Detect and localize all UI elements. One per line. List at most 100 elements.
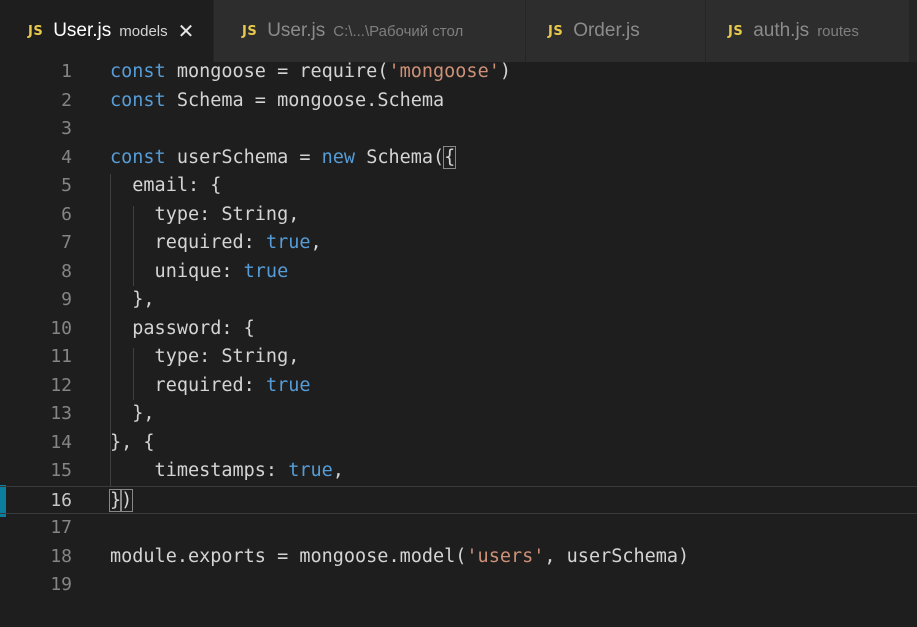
code-editor[interactable]: 1 const mongoose = require('mongoose') 2 co… (0, 61, 917, 627)
vscode-window: JS User.js models ✕ JS User.js C:\...\Ра… (0, 0, 917, 627)
code-token: password: { (110, 317, 255, 339)
code-text[interactable]: module.exports = mongoose.model('users',… (110, 543, 689, 571)
code-token: const (110, 146, 166, 168)
line-number: 17 (50, 517, 72, 538)
line-number: 5 (61, 175, 72, 196)
code-line[interactable]: 11 type: String, (0, 343, 917, 371)
code-text[interactable]: password: { (110, 315, 255, 343)
code-token: const (110, 61, 166, 82)
code-line[interactable]: 2 const Schema = mongoose.Schema (0, 87, 917, 115)
code-token: required: (110, 232, 266, 253)
code-token: required: (110, 374, 266, 396)
code-token: module.exports = mongoose.model( (110, 545, 467, 567)
code-token: type: String, (110, 346, 300, 367)
tab-label: Order.js (573, 20, 640, 41)
code-line[interactable]: 9 }, (0, 286, 917, 314)
code-text[interactable]: required: true, (110, 229, 322, 257)
code-token: timestamps: (110, 460, 289, 481)
code-text[interactable]: const userSchema = new Schema({ (110, 144, 457, 172)
line-number: 1 (61, 61, 72, 82)
code-token: const (110, 89, 166, 111)
code-line[interactable]: 8 unique: true (0, 258, 917, 286)
line-number: 3 (61, 118, 72, 139)
code-token: }, (110, 403, 155, 424)
code-token: new (321, 146, 356, 168)
javascript-file-icon: JS (728, 23, 744, 39)
tab-label: User.js (53, 20, 112, 41)
line-number: 6 (61, 203, 72, 225)
line-number: 11 (50, 346, 72, 367)
code-line[interactable]: 4 const userSchema = new Schema({ (0, 144, 917, 172)
code-line[interactable]: 17 (0, 514, 917, 542)
code-line[interactable]: 3 (0, 115, 917, 143)
tab-label: auth.js (753, 20, 810, 41)
code-token: userSchema = (165, 146, 322, 168)
code-token: Schema( (355, 146, 445, 168)
javascript-file-icon: JS (548, 23, 564, 39)
line-number: 14 (50, 431, 72, 453)
code-token: type: String, (110, 203, 300, 225)
tab-description: C:\...\Рабочий стол (333, 22, 464, 40)
code-line[interactable]: 13 }, (0, 400, 917, 428)
code-text[interactable]: unique: true (110, 258, 289, 286)
code-line[interactable]: 7 required: true, (0, 229, 917, 257)
code-text[interactable]: }) (108, 487, 134, 515)
code-text[interactable]: email: { (110, 172, 221, 200)
code-token: Schema = mongoose.Schema (165, 89, 445, 111)
code-token: }, (110, 289, 155, 310)
code-text[interactable]: const mongoose = require('mongoose') (110, 58, 511, 86)
line-number: 12 (50, 374, 72, 396)
code-token: true (288, 460, 333, 481)
code-token: email: { (110, 175, 222, 196)
code-text[interactable]: }, (110, 400, 155, 428)
code-token: , userSchema) (544, 545, 690, 567)
line-number: 4 (61, 146, 72, 168)
code-text[interactable]: type: String, (110, 343, 300, 371)
code-line[interactable]: 16}) (0, 485, 917, 515)
code-line[interactable]: 12 required: true (0, 372, 917, 400)
code-token: 'mongoose' (388, 61, 500, 82)
close-icon[interactable]: ✕ (178, 21, 195, 41)
code-token: }, { (110, 431, 155, 453)
tab-label: User.js (267, 20, 326, 41)
line-number: 10 (50, 317, 72, 339)
code-text[interactable]: }, { (110, 429, 155, 457)
code-text[interactable]: type: String, (110, 201, 300, 229)
code-text[interactable]: const Schema = mongoose.Schema (110, 87, 444, 115)
code-line[interactable]: 18 module.exports = mongoose.model('users… (0, 543, 917, 571)
tab-order-js[interactable]: JS Order.js (526, 0, 706, 62)
line-number: 9 (61, 289, 72, 310)
code-line[interactable]: 10 password: { (0, 315, 917, 343)
line-number: 16 (50, 489, 72, 511)
code-line[interactable]: 5 email: { (0, 172, 917, 200)
line-number: 2 (61, 89, 72, 111)
code-token: , (310, 232, 322, 253)
javascript-file-icon: JS (28, 23, 44, 39)
code-line[interactable]: 6 type: String, (0, 201, 917, 229)
tab-user-js-models[interactable]: JS User.js models ✕ (0, 0, 214, 62)
tab-auth-js-routes[interactable]: JS auth.js routes (706, 0, 910, 62)
code-line[interactable]: 15 timestamps: true, (0, 457, 917, 485)
bracket-match: ) (120, 488, 134, 512)
code-token: true (265, 232, 311, 253)
bracket-match: { (443, 145, 457, 169)
code-line[interactable]: 14 }, { (0, 429, 917, 457)
code-token: mongoose = require( (165, 61, 389, 82)
line-number: 7 (61, 232, 72, 253)
bracket-match: } (108, 488, 123, 512)
code-line[interactable]: 19 (0, 571, 917, 599)
line-number: 15 (50, 460, 72, 481)
code-text[interactable]: required: true (110, 372, 311, 400)
tab-user-js-desktop[interactable]: JS User.js C:\...\Рабочий стол (214, 0, 526, 62)
line-number: 18 (50, 545, 72, 567)
code-text[interactable]: timestamps: true, (110, 457, 344, 485)
line-number: 19 (50, 574, 72, 595)
javascript-file-icon: JS (242, 23, 258, 39)
tab-description: routes (817, 22, 859, 40)
code-token: unique: (110, 260, 244, 282)
code-line[interactable]: 1 const mongoose = require('mongoose') (0, 58, 917, 86)
line-number: 13 (50, 403, 72, 424)
editor-tab-bar: JS User.js models ✕ JS User.js C:\...\Ра… (0, 0, 917, 62)
code-text[interactable]: }, (110, 286, 155, 314)
line-number: 8 (61, 260, 72, 282)
